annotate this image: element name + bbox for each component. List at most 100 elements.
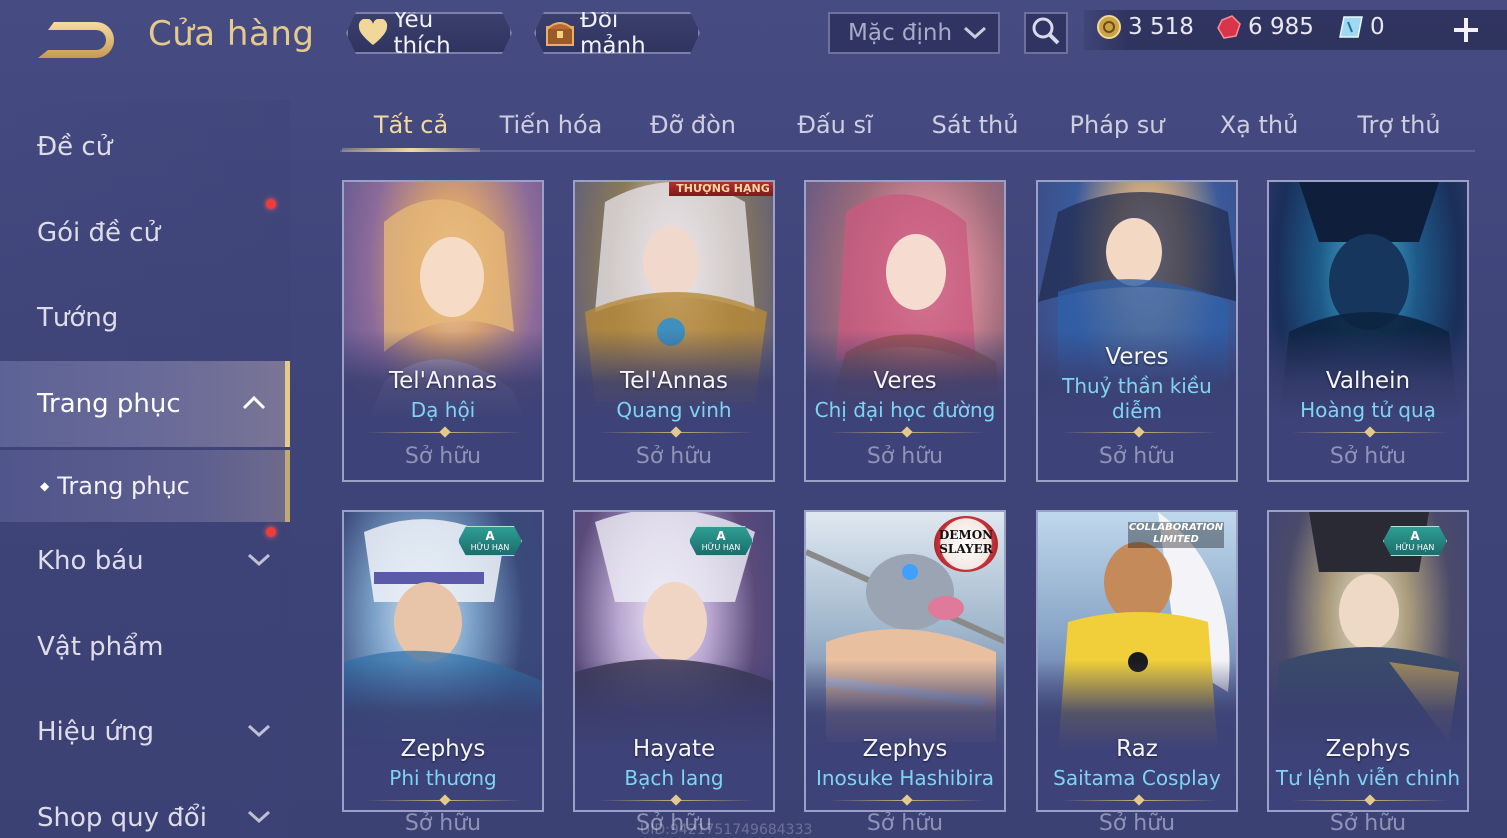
limited-badge: A HỮU HẠN (458, 526, 522, 556)
skin-card[interactable]: THƯỢNG HẠNG Tel'Annas Quang vinh Sở hữu (573, 180, 775, 482)
exchange-label: Đổi mảnh (580, 7, 646, 59)
skin-card[interactable]: Veres Thuỷ thần kiều diễm Sở hữu (1036, 180, 1238, 482)
collab-line-2: LIMITED (1153, 534, 1199, 545)
chevron-down-icon (246, 548, 272, 578)
search-icon (1031, 16, 1061, 50)
gold-value: 3 518 (1128, 14, 1194, 40)
logo-line-2: SLAYER (939, 542, 993, 556)
sidebar-item-exchange-shop[interactable]: Shop quy đổi (0, 775, 290, 838)
voucher-balance: 0 (1338, 14, 1385, 40)
skin-name: Thuỷ thần kiều diễm (1062, 374, 1212, 423)
owned-status: Sở hữu (1329, 811, 1407, 836)
chevron-down-icon (246, 719, 272, 749)
sidebar-item-label: Vật phẩm (37, 632, 164, 662)
ruby-icon (1216, 14, 1242, 40)
skin-name: Saitama Cosplay (1053, 766, 1221, 790)
owned-status: Sở hữu (866, 811, 944, 836)
plus-icon[interactable] (1450, 14, 1482, 46)
hero-name: Tel'Annas (620, 368, 728, 394)
card-divider (1291, 432, 1449, 433)
badge-grade: A (716, 529, 726, 543)
tab-support[interactable]: Trợ thủ (1330, 100, 1468, 150)
skin-card[interactable]: COLLABORATION LIMITED Raz Saitama Cosplay (1036, 510, 1238, 812)
ruby-value: 6 985 (1248, 14, 1314, 40)
sidebar-item-recommended-bundles[interactable]: Gói đề cử (0, 190, 290, 276)
sidebar: Đề cử Gói đề cử Tướng Trang phục ◆ Trang… (0, 100, 290, 838)
sidebar-item-effects[interactable]: Hiệu ứng (0, 689, 290, 775)
skin-card[interactable]: DEMON SLAYER Zephys Inosuke Hashibira (804, 510, 1006, 812)
skin-name: Hoàng tử quạ (1300, 398, 1436, 422)
skin-card[interactable]: A HỮU HẠN Zephys Phi thương (342, 510, 544, 812)
diamond-bullet-icon: ◆ (40, 479, 50, 493)
limited-badge: A HỮU HẠN (689, 526, 753, 556)
owned-status: Sở hữu (635, 444, 713, 469)
card-divider (1291, 800, 1449, 801)
logo-line-1: DEMON (938, 528, 994, 542)
tab-marksman[interactable]: Xạ thủ (1190, 100, 1328, 150)
owned-status: Sở hữu (404, 811, 482, 836)
search-button[interactable] (1024, 12, 1068, 54)
sidebar-subitem-skins[interactable]: ◆ Trang phục (0, 450, 290, 522)
collaboration-limited-tag: COLLABORATION LIMITED (1128, 522, 1224, 548)
hero-name: Veres (1105, 344, 1169, 370)
back-arrow-icon[interactable] (34, 14, 118, 62)
sidebar-subitem-label: Trang phục (57, 472, 190, 500)
badge-text: HỮU HẠN (470, 543, 510, 552)
favorites-label: Yêu thích (393, 7, 451, 59)
skin-name: Quang vinh (616, 398, 732, 422)
card-divider (366, 432, 524, 433)
sidebar-item-label: Tướng (37, 303, 119, 333)
sidebar-item-skins[interactable]: Trang phục (0, 361, 290, 447)
category-tabs: Tất cả Tiến hóa Đỡ đòn Đấu sĩ Sát thủ Ph… (340, 100, 1475, 154)
sidebar-item-items[interactable]: Vật phẩm (0, 604, 290, 690)
ruby-balance: 6 985 (1216, 14, 1314, 40)
card-divider (828, 800, 986, 801)
gold-coin-icon (1096, 14, 1122, 40)
skin-card[interactable]: Veres Chị đại học đường Sở hữu (804, 180, 1006, 482)
tab-all[interactable]: Tất cả (342, 100, 480, 150)
sidebar-item-treasure[interactable]: Kho báu (0, 518, 290, 604)
page-title: Cửa hàng (148, 14, 315, 54)
skin-grid: Tel'Annas Dạ hội Sở hữu THƯỢNG HẠNG Tel'… (342, 180, 1472, 838)
premium-tag: THƯỢNG HẠNG (669, 182, 773, 196)
skin-name: Dạ hội (410, 398, 476, 422)
sort-value: Mặc định (848, 20, 953, 46)
card-divider (1060, 432, 1218, 433)
sidebar-item-heroes[interactable]: Tướng (0, 275, 290, 361)
card-divider (366, 800, 524, 801)
owned-status: Sở hữu (1098, 444, 1176, 469)
tab-tank[interactable]: Đỡ đòn (624, 100, 762, 150)
skin-card[interactable]: Tel'Annas Dạ hội Sở hữu (342, 180, 544, 482)
sidebar-item-recommended[interactable]: Đề cử (0, 104, 290, 190)
hero-name: Raz (1116, 736, 1158, 762)
collab-line-1: COLLABORATION (1128, 522, 1224, 533)
tab-active-indicator (342, 148, 480, 152)
badge-text: HỮU HẠN (701, 543, 741, 552)
favorites-button[interactable]: Yêu thích (346, 12, 512, 54)
exchange-shards-button[interactable]: Đổi mảnh (534, 12, 700, 54)
skin-card[interactable]: A HỮU HẠN Zephys Tư lệnh viễn chinh (1267, 510, 1469, 812)
skin-card[interactable]: Valhein Hoàng tử quạ Sở hữu (1267, 180, 1469, 482)
chevron-up-icon (241, 391, 267, 421)
hero-name: Zephys (1325, 736, 1411, 762)
owned-status: Sở hữu (1098, 811, 1176, 836)
tab-fighter[interactable]: Đấu sĩ (766, 100, 904, 150)
hero-name: Valhein (1325, 368, 1411, 394)
card-divider (597, 432, 755, 433)
chevron-down-icon (962, 22, 988, 50)
skin-name: Chị đại học đường (814, 398, 996, 422)
hero-name: Tel'Annas (389, 368, 497, 394)
tab-mage[interactable]: Pháp sư (1048, 100, 1186, 150)
tab-assassin[interactable]: Sát thủ (906, 100, 1044, 150)
skin-name: Phi thương (389, 766, 497, 790)
badge-text: HỮU HẠN (1395, 543, 1435, 552)
demon-slayer-logo: DEMON SLAYER (934, 516, 998, 572)
sort-dropdown[interactable]: Mặc định (828, 12, 1000, 54)
sidebar-item-label: Hiệu ứng (37, 717, 154, 747)
chevron-down-icon (246, 805, 272, 835)
hero-name: Veres (873, 368, 937, 394)
heart-icon (356, 16, 389, 50)
skin-card[interactable]: A HỮU HẠN Hayate Bạch lang (573, 510, 775, 812)
tab-evolution[interactable]: Tiến hóa (482, 100, 620, 150)
treasure-chest-icon (544, 16, 576, 50)
